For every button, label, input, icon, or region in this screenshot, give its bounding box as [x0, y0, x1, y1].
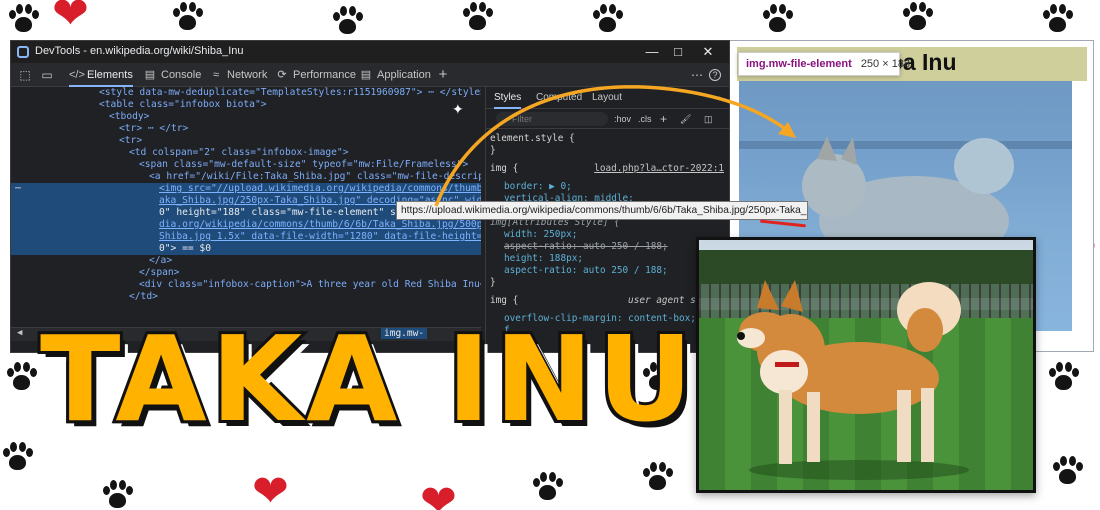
- paint-brush-icon[interactable]: 🖌: [680, 112, 691, 126]
- heart-icon: ❤: [52, 0, 89, 39]
- hover-tag-name: img.mw-file-element: [746, 58, 852, 70]
- dom-line[interactable]: </a>: [11, 255, 481, 267]
- tab-computed[interactable]: Computed: [536, 87, 582, 109]
- dom-line[interactable]: </span>: [11, 267, 481, 279]
- tab-network[interactable]: ≈ Network: [209, 63, 267, 87]
- hover-tag-size: 250 × 188: [860, 58, 911, 70]
- application-icon: ▤: [360, 69, 372, 81]
- dom-line-selected[interactable]: <img src="//upload.wikimedia.org/wikiped…: [11, 183, 481, 195]
- styles-filter-input[interactable]: [496, 112, 608, 126]
- paw-icon: [460, 0, 494, 34]
- devtools-window: DevTools - en.wikipedia.org/wiki/Shiba_I…: [10, 40, 730, 353]
- inspect-element-icon[interactable]: ⬚: [17, 67, 33, 83]
- performance-icon: ⟳: [277, 69, 287, 81]
- dom-line[interactable]: <span class="mw-default-size" typeof="mw…: [11, 159, 481, 171]
- paw-icon: [6, 2, 40, 36]
- styles-tab-bar: Styles Computed Layout ⌄: [486, 87, 729, 109]
- style-rule-line: }: [490, 277, 496, 288]
- paw-icon: [1050, 454, 1084, 488]
- dom-line[interactable]: <table class="infobox biota">: [11, 99, 481, 111]
- paw-icon: [0, 440, 34, 474]
- paw-icon: [1046, 360, 1080, 394]
- help-icon[interactable]: ?: [709, 69, 721, 81]
- console-icon: ▤: [144, 69, 156, 81]
- paw-icon: [4, 360, 38, 394]
- tab-styles[interactable]: Styles: [494, 87, 522, 109]
- dom-line-selected[interactable]: Shiba.jpg 1.5x" data-file-width="1280" d…: [11, 231, 481, 243]
- dom-line[interactable]: <a href="/wiki/File:Taka_Shiba.jpg" clas…: [11, 171, 481, 183]
- dom-line[interactable]: <div class="infobox-caption">A three yea…: [11, 279, 481, 291]
- styles-filter-row: ⚲ :hov .cls + 🖌 ◫: [486, 109, 729, 129]
- dom-line-selected[interactable]: dia.org/wikipedia/commons/thumb/6/6b/Tak…: [11, 219, 481, 231]
- add-tab-icon[interactable]: +: [435, 67, 451, 83]
- device-toolbar-icon[interactable]: ▭: [39, 67, 55, 83]
- tab-application[interactable]: ▤ Application: [359, 63, 431, 87]
- window-title: DevTools - en.wikipedia.org/wiki/Shiba_I…: [35, 45, 244, 57]
- more-options-icon[interactable]: ⋯: [689, 67, 705, 83]
- dom-line[interactable]: <td colspan="2" class="infobox-image">: [11, 147, 481, 159]
- style-rule-line: element.style {: [490, 133, 575, 144]
- tab-layout[interactable]: Layout: [592, 87, 622, 109]
- style-rule-line: aspect-ratio: auto 250 / 188;: [504, 265, 668, 276]
- tab-elements[interactable]: </> Elements: [69, 63, 133, 87]
- shiba-dog-illustration: [737, 280, 969, 480]
- close-icon[interactable]: ✕: [695, 43, 721, 61]
- more-actions-dots-icon[interactable]: ⋯: [15, 183, 21, 194]
- devtools-toolbar: ⬚ ▭ </> Elements ▤ Console ≈ Network ⟳ Perfo…: [11, 63, 729, 87]
- dom-line[interactable]: <tr> ⋯ </tr>: [11, 123, 481, 135]
- sidebar-toggle-icon[interactable]: ◫: [704, 112, 713, 126]
- add-rule-icon[interactable]: +: [660, 112, 667, 126]
- chevron-down-icon[interactable]: ⌄: [714, 91, 722, 102]
- style-rule-line: aspect-ratio: auto 250 / 188;: [504, 241, 668, 252]
- paw-icon: [900, 0, 934, 34]
- tab-performance[interactable]: ⟳ Performance: [275, 63, 356, 87]
- shiba-inu-photo: [696, 237, 1036, 493]
- paw-icon: [1040, 2, 1074, 36]
- devtools-app-icon: [17, 46, 29, 58]
- hover-state-toggle[interactable]: :hov: [614, 112, 631, 126]
- paw-icon: [170, 0, 204, 34]
- wifi-icon: ≈: [212, 69, 220, 81]
- devtools-titlebar: DevTools - en.wikipedia.org/wiki/Shiba_I…: [11, 41, 729, 63]
- dom-line[interactable]: <style data-mw-deduplicate="TemplateStyl…: [11, 87, 481, 99]
- tab-console[interactable]: ▤ Console: [143, 63, 202, 87]
- dom-line[interactable]: </td>: [11, 291, 481, 303]
- title-text: TAKA INU: [37, 310, 697, 448]
- dom-line[interactable]: <tr>: [11, 135, 481, 147]
- breadcrumb-left-icon[interactable]: ◀: [17, 328, 22, 338]
- style-rule-line: width: 250px;: [504, 229, 578, 240]
- style-source-link[interactable]: load.php?la…ctor-2022:1: [594, 163, 724, 175]
- code-brackets-icon: </>: [69, 69, 85, 81]
- paw-icon: [330, 4, 364, 38]
- mouse-cursor-icon: ✦: [452, 102, 464, 118]
- image-url-tooltip: https://upload.wikimedia.org/wikipedia/c…: [396, 201, 808, 220]
- element-hover-tag: img.mw-file-element 250 × 188: [738, 52, 910, 76]
- class-toggle[interactable]: .cls: [638, 112, 652, 126]
- style-rule-line: img {user agent styles: [490, 295, 724, 306]
- style-rule-line: height: 188px;: [504, 253, 584, 264]
- maximize-icon[interactable]: □: [665, 43, 691, 61]
- style-rule-line: }: [490, 145, 496, 156]
- dom-line[interactable]: <tbody>: [11, 111, 481, 123]
- taka-inu-title-text: TAKA INU: [37, 310, 700, 490]
- minimize-icon[interactable]: —: [639, 43, 665, 61]
- paw-icon: [590, 2, 624, 36]
- dom-line-selected[interactable]: 0"> == $0: [11, 243, 481, 255]
- paw-icon: [760, 2, 794, 36]
- style-rule-line: img {load.php?la…ctor-2022:1: [490, 163, 724, 175]
- style-rule-line: border: ▶ 0;: [504, 181, 572, 192]
